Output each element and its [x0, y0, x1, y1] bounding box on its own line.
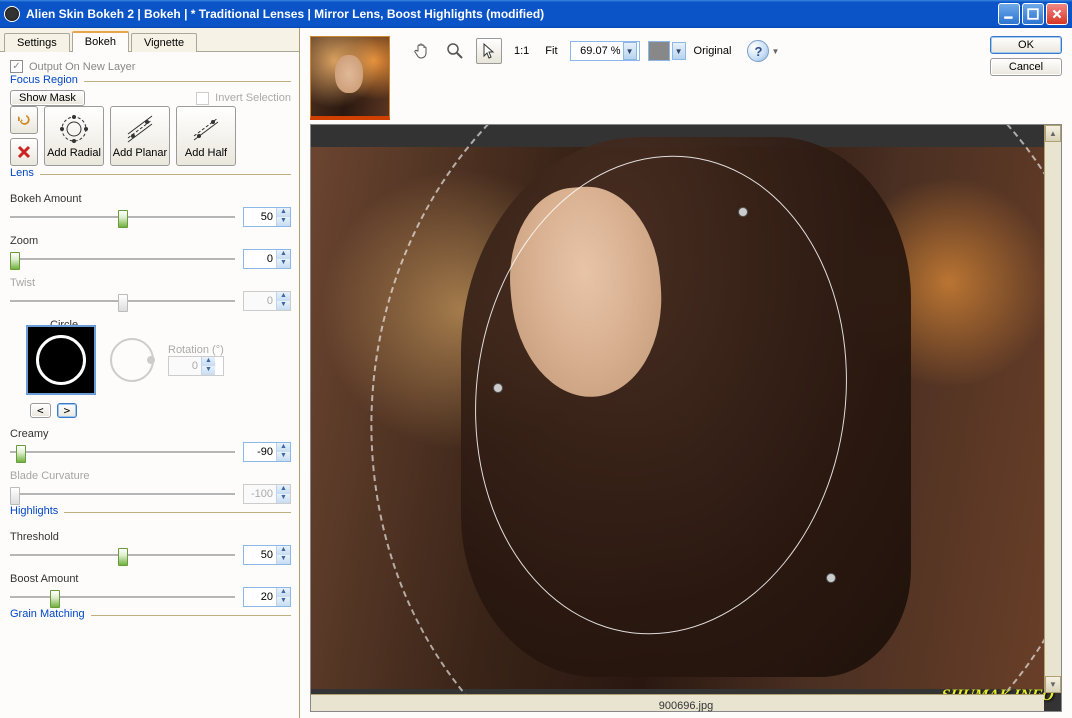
- title-bar: Alien Skin Bokeh 2 | Bokeh | * Tradition…: [0, 0, 1072, 28]
- creamy-slider[interactable]: [10, 444, 235, 460]
- background-dropdown[interactable]: ▼: [672, 42, 686, 60]
- hand-tool[interactable]: [408, 38, 434, 64]
- help-button[interactable]: ?: [747, 40, 769, 62]
- boost-input[interactable]: ▲▼: [243, 587, 291, 607]
- prev-aperture-button[interactable]: <: [30, 403, 51, 418]
- blade-slider: [10, 486, 235, 502]
- one-to-one-button[interactable]: 1:1: [510, 45, 533, 57]
- creamy-label: Creamy: [10, 428, 291, 440]
- app-icon: [4, 6, 20, 22]
- maximize-button[interactable]: [1022, 3, 1044, 25]
- focus-handle[interactable]: [493, 383, 503, 393]
- grain-group: Grain Matching: [10, 615, 291, 632]
- invert-label: Invert Selection: [215, 92, 291, 104]
- bokeh-amount-slider[interactable]: [10, 209, 235, 225]
- blade-input: ▲▼: [243, 484, 291, 504]
- lens-group: Lens Bokeh Amount ▲▼ Zoom ▲▼: [10, 174, 291, 504]
- zoom-input[interactable]: ▲▼: [243, 249, 291, 269]
- preview-area[interactable]: SHUMAK.INFO ▲▼: [310, 124, 1062, 712]
- original-label: Original: [694, 45, 732, 57]
- threshold-label: Threshold: [10, 531, 291, 543]
- threshold-slider[interactable]: [10, 547, 235, 563]
- settings-panel[interactable]: ✓ Output On New Layer Focus Region Show …: [0, 52, 299, 718]
- twist-input: ▲▼: [243, 291, 291, 311]
- focus-handle[interactable]: [826, 573, 836, 583]
- help-dropdown-icon[interactable]: ▼: [771, 47, 779, 56]
- bokeh-amount-input[interactable]: ▲▼: [243, 207, 291, 227]
- invert-selection-checkbox[interactable]: [196, 92, 209, 105]
- twist-slider: [10, 293, 235, 309]
- rotation-dial[interactable]: [110, 338, 154, 382]
- add-planar-button[interactable]: Add Planar: [110, 106, 170, 166]
- tab-settings[interactable]: Settings: [4, 33, 70, 52]
- output-layer-label: Output On New Layer: [29, 61, 135, 73]
- boost-slider[interactable]: [10, 589, 235, 605]
- show-mask-button[interactable]: Show Mask: [10, 90, 85, 106]
- delete-button[interactable]: [10, 138, 38, 166]
- blade-label: Blade Curvature: [10, 470, 291, 482]
- undo-button[interactable]: [10, 106, 38, 134]
- thumbnail-preview[interactable]: [310, 36, 390, 120]
- threshold-input[interactable]: ▲▼: [243, 545, 291, 565]
- aperture-preview[interactable]: [26, 325, 96, 395]
- zoom-select[interactable]: ▼: [570, 41, 640, 61]
- bokeh-amount-label: Bokeh Amount: [10, 193, 291, 205]
- add-radial-button[interactable]: Add Radial: [44, 106, 104, 166]
- fit-button[interactable]: Fit: [541, 45, 561, 57]
- filename-label: 900696.jpg: [659, 700, 713, 712]
- next-aperture-button[interactable]: >: [57, 403, 78, 418]
- settings-tabs: Settings Bokeh Vignette: [0, 28, 299, 52]
- cancel-button[interactable]: Cancel: [990, 58, 1062, 76]
- rotation-label: Rotation (°): [168, 344, 224, 356]
- add-half-button[interactable]: Add Half: [176, 106, 236, 166]
- close-button[interactable]: [1046, 3, 1068, 25]
- minimize-button[interactable]: [998, 3, 1020, 25]
- output-layer-checkbox[interactable]: ✓: [10, 60, 23, 73]
- pointer-tool[interactable]: [476, 38, 502, 64]
- boost-label: Boost Amount: [10, 573, 291, 585]
- rotation-input: ▲▼: [168, 356, 224, 376]
- tab-bokeh[interactable]: Bokeh: [72, 31, 129, 52]
- tab-vignette[interactable]: Vignette: [131, 33, 197, 52]
- zoom-tool[interactable]: [442, 38, 468, 64]
- background-swatch[interactable]: [648, 41, 670, 61]
- focus-handle[interactable]: [738, 207, 748, 217]
- window-title: Alien Skin Bokeh 2 | Bokeh | * Tradition…: [26, 7, 998, 21]
- ok-button[interactable]: OK: [990, 36, 1062, 54]
- zoom-label: Zoom: [10, 235, 291, 247]
- highlights-group: Highlights Threshold ▲▼ Boost Amount ▲▼: [10, 512, 291, 607]
- zoom-slider[interactable]: [10, 251, 235, 267]
- focus-region-group: Focus Region Show Mask Invert Selection: [10, 81, 291, 166]
- twist-label: Twist: [10, 277, 291, 289]
- preview-scrollbar-v[interactable]: ▲▼: [1044, 125, 1061, 693]
- creamy-input[interactable]: ▲▼: [243, 442, 291, 462]
